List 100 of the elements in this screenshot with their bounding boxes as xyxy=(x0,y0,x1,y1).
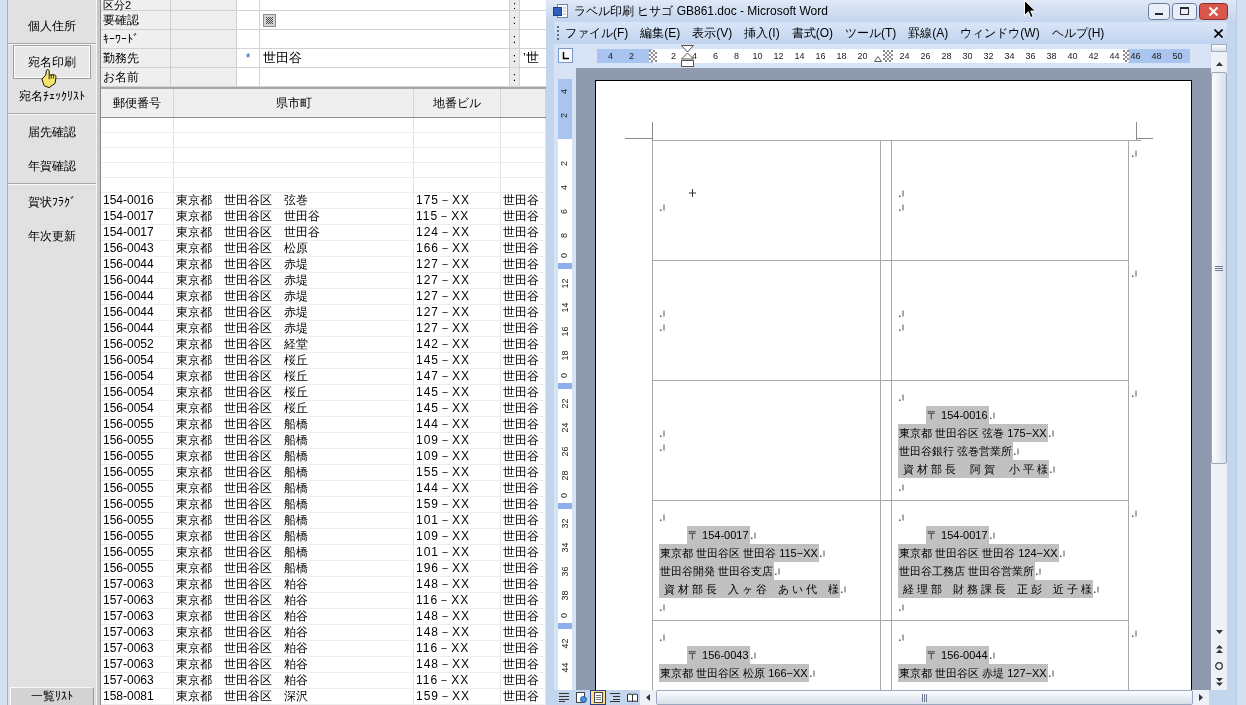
menu-item[interactable]: ヘルプ(H) xyxy=(1045,25,1111,41)
ruler-number: 38 xyxy=(560,590,570,600)
table-cell: 東京都 世田谷区 桜丘 xyxy=(174,369,414,384)
menu-item[interactable]: 書式(O) xyxy=(785,25,839,41)
menu-item[interactable]: 罫線(A) xyxy=(902,25,955,41)
table-cell: 東京都 世田谷区 赤堤 xyxy=(174,273,414,288)
table-cell: 156-0044 xyxy=(101,273,174,288)
table-cell: 東京都 世田谷区 船橋 xyxy=(174,497,414,512)
sidebar-button[interactable]: 年賀確認 xyxy=(13,149,91,183)
indent-marker-icon[interactable] xyxy=(681,45,694,67)
ruler-number: 14 xyxy=(560,302,570,312)
view-button[interactable] xyxy=(590,690,606,705)
paragraph-mark-icon xyxy=(899,309,904,317)
double-down-arrow-icon[interactable] xyxy=(1215,678,1223,686)
document-icon xyxy=(553,3,569,19)
menu-item[interactable]: ファイル(F) xyxy=(559,25,635,41)
paragraph-mark-icon xyxy=(899,603,904,611)
view-button[interactable] xyxy=(607,690,623,705)
row-boundary-marker[interactable] xyxy=(558,263,572,269)
sidebar-button[interactable]: 個人住所 xyxy=(13,9,91,43)
left-arrow-icon[interactable] xyxy=(646,694,650,701)
margin-marker-icon[interactable] xyxy=(648,50,657,62)
column-header: 郵便番号 xyxy=(101,89,174,117)
table-cell: 東京都 世田谷区 粕谷 xyxy=(174,577,414,592)
table-cell: 155－XX xyxy=(414,465,501,480)
table-cell: 東京都 世田谷区 弦巻 xyxy=(174,193,414,208)
paragraph-mark-icon xyxy=(899,633,904,641)
menu-item[interactable]: 表示(V) xyxy=(686,25,739,41)
ruler-number: 36 xyxy=(1025,51,1036,61)
list-button[interactable]: 一覧ﾘｽﾄ xyxy=(10,687,94,705)
down-arrow-icon[interactable] xyxy=(1215,630,1223,634)
postal-code: 〒 156-0043 xyxy=(687,646,750,664)
double-up-arrow-icon[interactable] xyxy=(1215,644,1223,653)
recipient-name: 経 理 部 財 務 課 長 正 彭 近 子 様 xyxy=(898,580,1094,598)
sidebar-button[interactable]: 宛名印刷 xyxy=(13,45,91,79)
table-cell: 157-0063 xyxy=(101,577,174,592)
recipient-name: 資 材 部 長 入 ヶ 谷 あ い 代 様 xyxy=(659,580,841,598)
table-cell: 156-0055 xyxy=(101,481,174,496)
table-cell: 124－XX xyxy=(414,225,501,240)
menu-item[interactable]: ツール(T) xyxy=(839,25,903,41)
table-cell: 東京都 世田谷区 赤堤 xyxy=(174,289,414,304)
book-icon xyxy=(626,693,638,702)
close-icon[interactable] xyxy=(1199,2,1228,20)
split-handle[interactable] xyxy=(1211,44,1227,52)
ruler-number: 28 xyxy=(941,51,952,61)
table-cell: 156-0054 xyxy=(101,401,174,416)
ruler-number: 14 xyxy=(794,51,805,61)
sidebar-button[interactable]: 年次更新 xyxy=(13,219,91,253)
row-boundary-marker[interactable] xyxy=(558,503,572,509)
table-cell: 166－XX xyxy=(414,241,501,256)
table-cell: 144－XX xyxy=(414,417,501,432)
column-marker-icon[interactable] xyxy=(874,50,893,62)
paragraph-mark-icon xyxy=(660,633,665,641)
menu-item[interactable]: 挿入(I) xyxy=(738,25,786,41)
menu-item[interactable]: ウィンドウ(W) xyxy=(954,25,1046,41)
up-arrow-icon[interactable] xyxy=(1215,62,1223,66)
tab-stop-icon[interactable] xyxy=(558,48,573,63)
ruler-number: 2 xyxy=(560,160,570,166)
paragraph-mark-icon xyxy=(899,323,904,331)
table-cell: 154-0016 xyxy=(101,193,174,208)
input-field[interactable]: ’世 xyxy=(520,49,546,67)
checkbox[interactable] xyxy=(263,13,276,27)
table-cell: 東京都 世田谷区 船橋 xyxy=(174,561,414,576)
table-cell: 157-0063 xyxy=(101,657,174,672)
paragraph-mark-icon xyxy=(775,567,781,575)
paragraph-mark-icon xyxy=(660,309,665,317)
maximize-icon[interactable] xyxy=(1172,2,1197,20)
paragraph-mark-icon xyxy=(1132,510,1137,517)
close-icon[interactable] xyxy=(1214,28,1223,38)
paragraph-mark-icon xyxy=(989,651,995,659)
view-button[interactable] xyxy=(573,690,589,705)
right-arrow-icon[interactable] xyxy=(1199,694,1203,701)
paragraph-mark-icon xyxy=(1036,567,1042,575)
margin-marker-icon[interactable] xyxy=(1123,50,1129,62)
table-cell: 東京都 世田谷区 世田谷 xyxy=(174,209,414,224)
window-title: ラベル印刷 ヒサゴ GB861.doc - Microsoft Word xyxy=(574,2,828,20)
field-label: 要確認 xyxy=(101,11,237,29)
view-button[interactable] xyxy=(556,690,572,705)
sidebar-button[interactable]: 賀状ﾌﾗｸﾞ xyxy=(13,185,91,219)
circle-icon[interactable] xyxy=(1215,661,1223,670)
postal-code: 〒 156-0044 xyxy=(926,646,989,664)
row-boundary-marker[interactable] xyxy=(558,623,572,629)
postal-code: 〒 154-0016 xyxy=(926,406,989,424)
ruler-number: 12 xyxy=(773,51,784,61)
sidebar-button[interactable]: 宛名ﾁｪｯｸﾘｽﾄ xyxy=(13,79,91,113)
scrollbar-thumb[interactable] xyxy=(1211,72,1227,464)
table-cell: 158-0081 xyxy=(101,689,174,704)
table-cell: 東京都 世田谷区 船橋 xyxy=(174,465,414,480)
menu-item[interactable]: 編集(E) xyxy=(634,25,687,41)
ruler-number: 44 xyxy=(1109,51,1120,61)
sidebar-button[interactable]: 届先確認 xyxy=(13,115,91,149)
minimize-icon[interactable] xyxy=(1148,2,1170,20)
ruler-number: 32 xyxy=(983,51,994,61)
ruler-number: 16 xyxy=(560,326,570,336)
view-button[interactable] xyxy=(624,690,640,705)
ruler-number: 0 xyxy=(560,613,570,618)
table-cell: 東京都 世田谷区 世田谷 xyxy=(174,225,414,240)
ruler-number: 26 xyxy=(920,51,931,61)
row-boundary-marker[interactable] xyxy=(558,383,572,389)
paragraph-mark-icon xyxy=(660,443,665,451)
